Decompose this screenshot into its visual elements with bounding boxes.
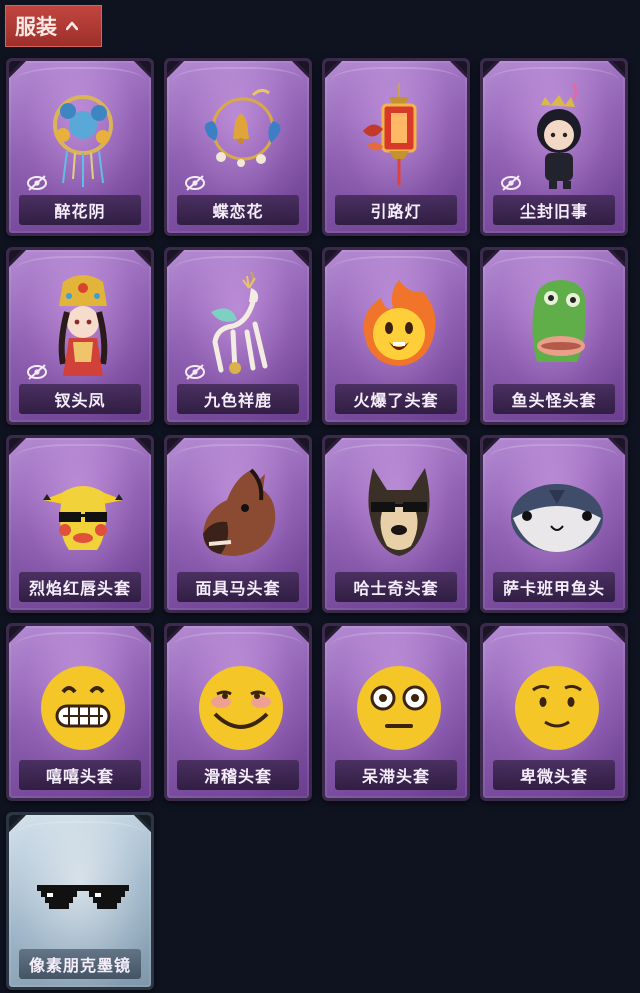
costume-card[interactable]: 滑稽头套 bbox=[164, 623, 312, 801]
phoenix-crown-doll-icon bbox=[33, 272, 133, 382]
costume-card[interactable]: 呆滞头套 bbox=[322, 623, 470, 801]
costume-card-label: 火爆了头套 bbox=[335, 384, 457, 414]
costume-section-toggle[interactable]: 服装 bbox=[5, 5, 102, 47]
costume-card[interactable]: 像素朋克墨镜 bbox=[6, 812, 154, 990]
costume-card-label: 滑稽头套 bbox=[177, 760, 299, 790]
costume-card-label: 醉花阴 bbox=[19, 195, 141, 225]
costume-card-label: 面具马头套 bbox=[177, 572, 299, 602]
costume-card[interactable]: 哈士奇头套 bbox=[322, 435, 470, 613]
costume-card[interactable]: 烈焰红唇头套 bbox=[6, 435, 154, 613]
costume-card-label: 萨卡班甲鱼头 bbox=[493, 572, 615, 602]
costume-card[interactable]: 鱼头怪头套 bbox=[480, 247, 628, 425]
funny-emoji-mask-icon bbox=[191, 648, 291, 758]
pixel-sunglasses-icon bbox=[33, 837, 133, 947]
chibi-doll-ornament-icon bbox=[507, 82, 607, 193]
costume-card[interactable]: 醉花阴 bbox=[6, 58, 154, 236]
costume-card[interactable]: 九色祥鹿 bbox=[164, 247, 312, 425]
butterfly-bell-wreath-icon bbox=[191, 83, 291, 193]
costume-card[interactable]: 尘封旧事 bbox=[480, 58, 628, 236]
costume-card-label: 尘封旧事 bbox=[493, 195, 615, 225]
costume-card[interactable]: 嘻嘻头套 bbox=[6, 623, 154, 801]
costume-card-label: 嘻嘻头套 bbox=[19, 760, 141, 790]
yellow-pikachu-mask-icon bbox=[33, 460, 133, 570]
eye-off-icon[interactable] bbox=[184, 174, 206, 192]
fish-head-mask-icon bbox=[507, 272, 607, 382]
costume-card-label: 呆滞头套 bbox=[335, 760, 457, 790]
red-lantern-icon bbox=[349, 83, 449, 193]
dazed-emoji-mask-icon bbox=[349, 648, 449, 758]
floral-wreath-ornament-icon bbox=[33, 83, 133, 193]
deer-ornament-icon bbox=[191, 271, 291, 382]
costume-card-label: 引路灯 bbox=[335, 195, 457, 225]
eye-off-icon[interactable] bbox=[26, 363, 48, 381]
fire-face-mask-icon bbox=[349, 272, 449, 382]
costume-card-label: 蝶恋花 bbox=[177, 195, 299, 225]
eye-off-icon[interactable] bbox=[184, 363, 206, 381]
costume-card-label: 钗头凤 bbox=[19, 384, 141, 414]
grin-emoji-mask-icon bbox=[33, 648, 133, 758]
section-title: 服装 bbox=[15, 15, 57, 39]
costume-card[interactable]: 面具马头套 bbox=[164, 435, 312, 613]
costume-card-label: 像素朋克墨镜 bbox=[19, 949, 141, 979]
eye-off-icon[interactable] bbox=[26, 174, 48, 192]
costume-card-label: 哈士奇头套 bbox=[335, 572, 457, 602]
costume-page: 服装 醉花阴 蝶恋花 引路灯 尘封旧事 钗头凤 九色祥鹿 火爆了头套 鱼头怪头套… bbox=[0, 0, 640, 993]
sacabambaspis-mask-icon bbox=[507, 460, 607, 570]
costume-card[interactable]: 引路灯 bbox=[322, 58, 470, 236]
horse-head-mask-icon bbox=[191, 460, 291, 570]
costume-card[interactable]: 卑微头套 bbox=[480, 623, 628, 801]
costume-card-label: 烈焰红唇头套 bbox=[19, 572, 141, 602]
husky-mask-icon bbox=[349, 460, 449, 570]
costume-card-label: 卑微头套 bbox=[493, 760, 615, 790]
costume-card-label: 鱼头怪头套 bbox=[493, 384, 615, 414]
humble-emoji-mask-icon bbox=[507, 648, 607, 758]
costume-card[interactable]: 萨卡班甲鱼头 bbox=[480, 435, 628, 613]
costume-card-label: 九色祥鹿 bbox=[177, 384, 299, 414]
costume-card[interactable]: 火爆了头套 bbox=[322, 247, 470, 425]
eye-off-icon[interactable] bbox=[500, 174, 522, 192]
chevron-up-icon bbox=[66, 21, 78, 31]
costume-card[interactable]: 钗头凤 bbox=[6, 247, 154, 425]
costume-card[interactable]: 蝶恋花 bbox=[164, 58, 312, 236]
